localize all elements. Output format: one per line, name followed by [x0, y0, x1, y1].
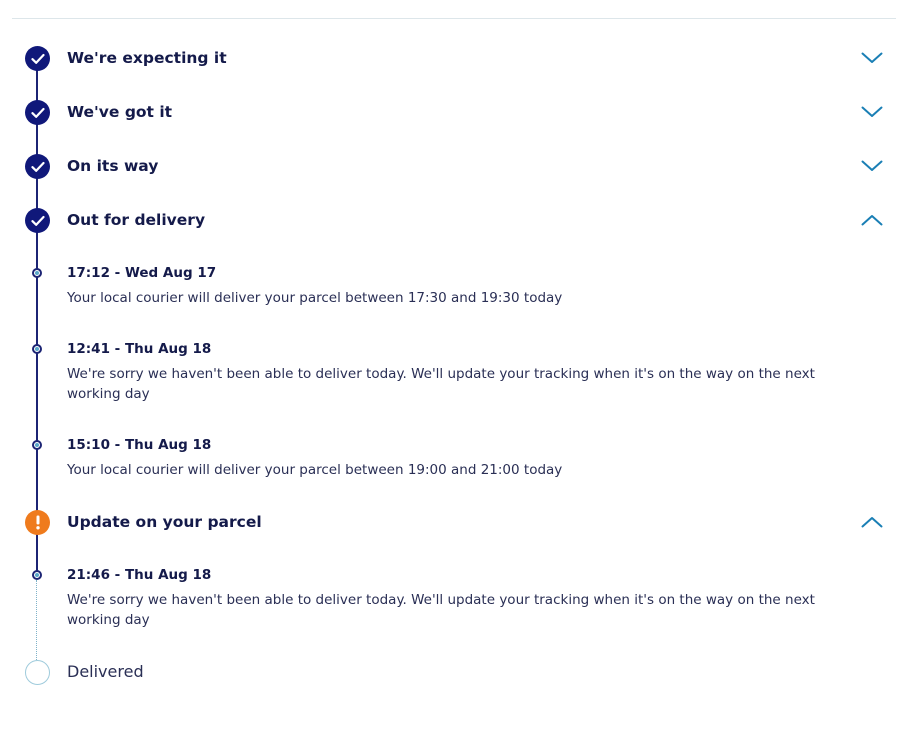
- event-description: Your local courier will deliver your par…: [67, 462, 563, 478]
- event-time: 21:46 - Thu Aug 18: [67, 567, 212, 583]
- chevron-down-icon[interactable]: [857, 102, 887, 122]
- divider: [12, 18, 896, 19]
- step-title: On its way: [67, 157, 159, 175]
- event-time: 17:12 - Wed Aug 17: [67, 265, 217, 281]
- chevron-down-icon[interactable]: [857, 48, 887, 68]
- check-circle-icon: [25, 208, 50, 233]
- event-description: We're sorry we haven't been able to deli…: [67, 592, 815, 628]
- step-title: Out for delivery: [67, 211, 206, 229]
- step-title: We're expecting it: [67, 49, 227, 67]
- chevron-up-icon[interactable]: [857, 512, 887, 532]
- event-dot-icon: [32, 344, 42, 354]
- step-title: Update on your parcel: [67, 513, 262, 531]
- event-dot-icon: [32, 570, 42, 580]
- chevron-up-icon[interactable]: [857, 210, 887, 230]
- event-dot-icon: [32, 440, 42, 450]
- timeline-line: [36, 58, 38, 575]
- empty-circle-icon: [25, 660, 50, 685]
- exclamation-circle-icon: [25, 510, 50, 535]
- event-description: Your local courier will deliver your par…: [67, 290, 563, 306]
- event-dot-icon: [32, 268, 42, 278]
- step-title: Delivered: [67, 662, 144, 681]
- event-time: 15:10 - Thu Aug 18: [67, 437, 212, 453]
- event-description: We're sorry we haven't been able to deli…: [67, 366, 815, 402]
- event-time: 12:41 - Thu Aug 18: [67, 341, 212, 357]
- chevron-down-icon[interactable]: [857, 156, 887, 176]
- check-circle-icon: [25, 46, 50, 71]
- step-title: We've got it: [67, 103, 173, 121]
- check-circle-icon: [25, 154, 50, 179]
- tracking-timeline: We're expecting it We've got it On its w…: [0, 0, 915, 735]
- timeline-line-pending: [36, 580, 37, 672]
- check-circle-icon: [25, 100, 50, 125]
